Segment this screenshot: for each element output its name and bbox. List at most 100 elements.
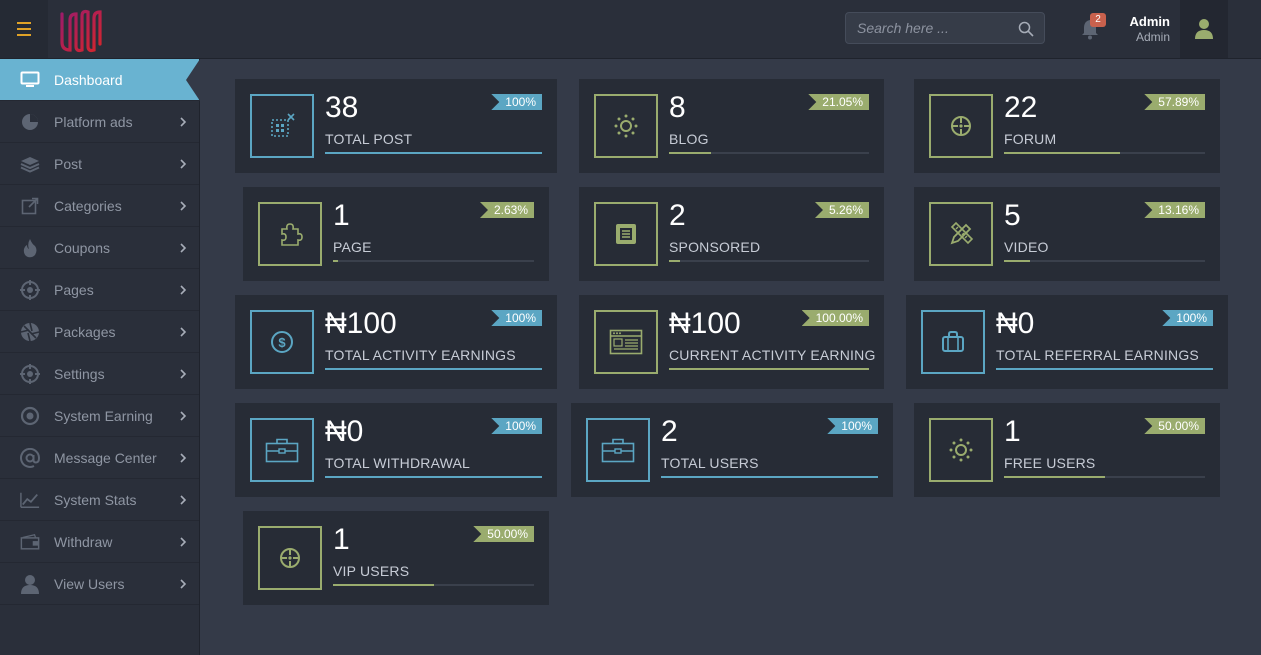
- stat-value: 1: [333, 523, 350, 556]
- stat-card-video[interactable]: 5 VIDEO 13.16%: [914, 187, 1220, 281]
- stat-card-forum[interactable]: 22 FORUM 57.89%: [914, 79, 1220, 173]
- chevron-right-icon: [180, 411, 187, 421]
- stat-icon-box: $: [250, 310, 314, 374]
- percent-badge: 100%: [491, 310, 542, 326]
- stat-icon-box: [258, 526, 322, 590]
- stat-card-total-referral-earnings[interactable]: ₦0 TOTAL REFERRAL EARNINGS 100%: [906, 295, 1228, 389]
- progress-fill: [325, 152, 542, 154]
- sidebar-item-coupons[interactable]: Coupons: [0, 227, 199, 269]
- percent-badge: 21.05%: [808, 94, 869, 110]
- search-icon[interactable]: [1018, 21, 1034, 37]
- sidebar-item-withdraw[interactable]: Withdraw: [0, 521, 199, 563]
- stat-label: VIDEO: [1004, 239, 1049, 255]
- aperture-icon: [20, 322, 40, 342]
- progress-track: [669, 368, 869, 370]
- sun-icon: [949, 438, 973, 462]
- sidebar-item-message-center[interactable]: Message Center: [0, 437, 199, 479]
- percent-badge: 100%: [491, 94, 542, 110]
- sidebar-item-view-users[interactable]: View Users: [0, 563, 199, 605]
- user-name[interactable]: Admin: [1130, 14, 1170, 29]
- progress-track: [669, 152, 869, 154]
- stat-card-current-activity-earning[interactable]: ₦100 CURRENT ACTIVITY EARNING 100.00%: [579, 295, 884, 389]
- sidebar-item-pages[interactable]: Pages: [0, 269, 199, 311]
- target-icon: [20, 364, 40, 384]
- progress-fill: [669, 260, 680, 262]
- flame-icon: [20, 238, 40, 258]
- search-box: [845, 12, 1045, 44]
- sidebar-item-label: Withdraw: [54, 534, 113, 550]
- search-input[interactable]: [846, 13, 1016, 43]
- stat-label: VIP USERS: [333, 563, 410, 579]
- stat-card-vip-users[interactable]: 1 VIP USERS 50.00%: [243, 511, 549, 605]
- stat-icon-box: [258, 202, 322, 266]
- chevron-right-icon: [180, 453, 187, 463]
- stat-icon-box: [929, 202, 993, 266]
- monitor-icon: [20, 70, 40, 90]
- stat-card-total-post[interactable]: 38 TOTAL POST 100%: [235, 79, 557, 173]
- progress-fill: [325, 476, 542, 478]
- trend-icon: [20, 490, 40, 510]
- percent-badge: 2.63%: [479, 202, 534, 218]
- sidebar-item-system-stats[interactable]: System Stats: [0, 479, 199, 521]
- stat-value: 22: [1004, 91, 1038, 124]
- progress-fill: [1004, 260, 1031, 262]
- percent-badge: 57.89%: [1144, 94, 1205, 110]
- crosshair-icon: [280, 548, 300, 568]
- progress-fill: [669, 368, 869, 370]
- chevron-right-icon: [180, 159, 187, 169]
- stat-label: FREE USERS: [1004, 455, 1096, 471]
- progress-fill: [325, 368, 542, 370]
- stat-card-free-users[interactable]: 1 FREE USERS 50.00%: [914, 403, 1220, 497]
- sidebar-item-settings[interactable]: Settings: [0, 353, 199, 395]
- hamburger-icon: [17, 20, 31, 38]
- briefcase-icon: [265, 438, 299, 463]
- chevron-right-icon: [180, 117, 187, 127]
- progress-fill: [661, 476, 878, 478]
- progress-track: [1004, 152, 1205, 154]
- progress-track: [333, 584, 534, 586]
- percent-badge: 5.26%: [814, 202, 869, 218]
- stat-label: TOTAL REFERRAL EARNINGS: [996, 347, 1199, 363]
- avatar[interactable]: [1180, 0, 1228, 58]
- sidebar-item-packages[interactable]: Packages: [0, 311, 199, 353]
- stat-value: ₦100: [669, 307, 741, 340]
- progress-track: [325, 368, 542, 370]
- stat-card-total-withdrawal[interactable]: ₦0 TOTAL WITHDRAWAL 100%: [235, 403, 557, 497]
- sidebar-item-system-earning[interactable]: System Earning: [0, 395, 199, 437]
- stat-card-page[interactable]: 1 PAGE 2.63%: [243, 187, 549, 281]
- hamburger-menu-button[interactable]: [0, 0, 48, 58]
- sidebar-item-label: Post: [54, 156, 83, 172]
- active-indicator: [186, 59, 200, 101]
- progress-fill: [333, 260, 339, 262]
- sidebar-item-categories[interactable]: Categories: [0, 185, 199, 227]
- stat-icon-box: [594, 202, 658, 266]
- at-icon: [20, 448, 40, 468]
- puzzle-icon: [281, 223, 303, 246]
- brand-logo[interactable]: [58, 6, 108, 54]
- target-icon: [20, 280, 40, 300]
- stat-icon-box: [250, 418, 314, 482]
- chevron-right-icon: [180, 537, 187, 547]
- stat-value: 2: [669, 199, 686, 232]
- bag-icon: [942, 331, 964, 352]
- stat-value: ₦100: [325, 307, 397, 340]
- stat-card-total-users[interactable]: 2 TOTAL USERS 100%: [571, 403, 893, 497]
- stat-card-blog[interactable]: 8 BLOG 21.05%: [579, 79, 884, 173]
- progress-fill: [669, 152, 712, 154]
- stat-icon-box: [594, 310, 658, 374]
- sidebar-item-dashboard[interactable]: Dashboard: [0, 59, 199, 101]
- progress-track: [325, 152, 542, 154]
- stat-label: FORUM: [1004, 131, 1057, 147]
- sidebar-item-label: Packages: [54, 324, 116, 340]
- pie-chart-icon: [20, 112, 40, 132]
- stat-icon-box: [250, 94, 314, 158]
- sidebar-item-platform-ads[interactable]: Platform ads: [0, 101, 199, 143]
- percent-badge: 50.00%: [473, 526, 534, 542]
- sidebar-item-post[interactable]: Post: [0, 143, 199, 185]
- progress-track: [1004, 260, 1205, 262]
- stat-card-sponsored[interactable]: 2 SPONSORED 5.26%: [579, 187, 884, 281]
- stat-card-total-activity-earnings[interactable]: $ ₦100 TOTAL ACTIVITY EARNINGS 100%: [235, 295, 557, 389]
- chevron-right-icon: [180, 285, 187, 295]
- progress-track: [669, 260, 869, 262]
- stat-value: 1: [1004, 415, 1021, 448]
